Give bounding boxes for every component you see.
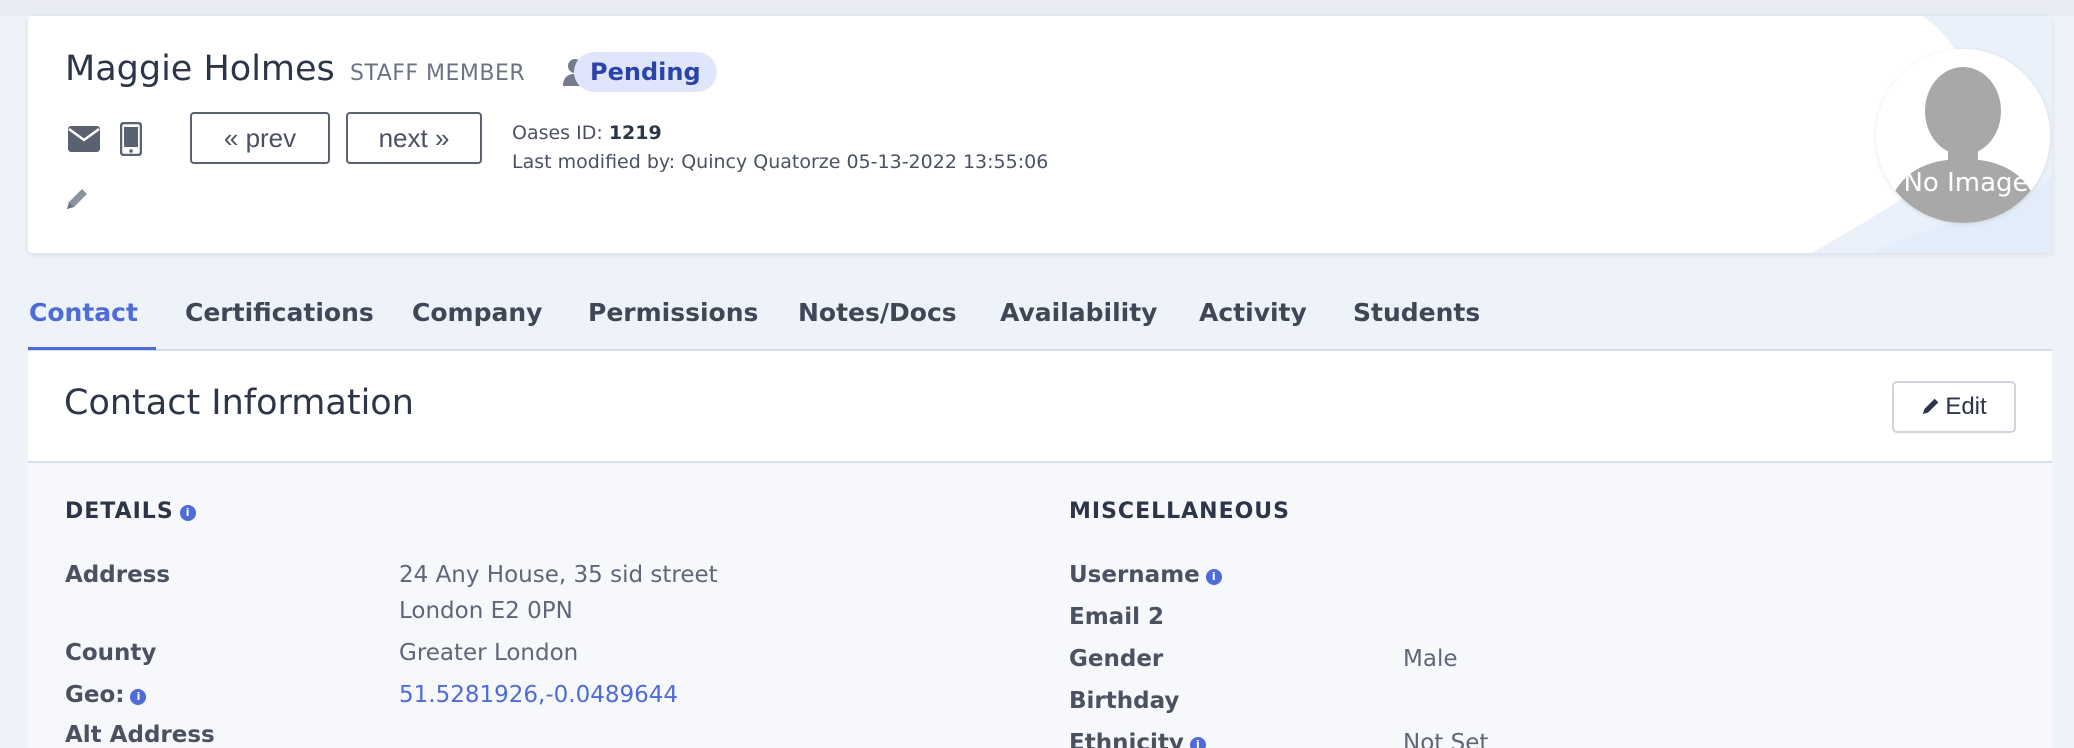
chevron-double-left-icon: « <box>223 123 239 153</box>
ethnicity-label-text: Ethnicity <box>1069 730 1184 748</box>
top-strip <box>0 0 2074 16</box>
prev-label: prev <box>245 123 297 153</box>
profile-card: Maggie Holmes STAFF MEMBER Pending « pre… <box>28 16 2052 253</box>
chevron-double-right-icon: » <box>434 123 450 153</box>
active-tab-indicator <box>28 347 156 350</box>
mail-icon[interactable] <box>68 126 100 152</box>
info-icon[interactable]: i <box>1189 737 1206 748</box>
address-label: Address <box>65 562 171 588</box>
username-label-text: Username <box>1069 562 1200 588</box>
card-header: Contact Information Edit <box>28 351 2052 463</box>
county-value: Greater London <box>399 640 579 666</box>
last-modified-text: Last modified by: Quincy Quatorze 05-13-… <box>512 151 1049 173</box>
phone-icon[interactable] <box>120 122 142 156</box>
tab-availability[interactable]: Availability <box>1000 298 1157 327</box>
alt-address-label: Alt Address <box>65 722 215 748</box>
pencil-icon[interactable] <box>64 186 90 212</box>
role-label: STAFF MEMBER <box>350 61 526 86</box>
avatar-no-image-text: No Image <box>1903 168 2029 198</box>
oases-id-value: 1219 <box>608 122 662 144</box>
tab-bar: Contact Certifications Company Permissio… <box>28 290 2052 351</box>
ethnicity-label: Ethnicity i <box>1069 730 1206 748</box>
tab-permissions[interactable]: Permissions <box>588 298 758 327</box>
info-icon[interactable]: i <box>179 505 196 521</box>
geo-label-text: Geo: <box>65 682 125 708</box>
contact-card: Contact Information Edit DETAILS i Addres… <box>28 351 2052 748</box>
county-label: County <box>65 640 157 666</box>
tab-notes-docs[interactable]: Notes/Docs <box>798 298 957 327</box>
address-line-2: London E2 0PN <box>399 598 573 624</box>
tab-company[interactable]: Company <box>412 298 542 327</box>
oases-id-line: Oases ID: 1219 <box>512 122 662 144</box>
oases-id-label: Oases ID: <box>512 122 603 144</box>
gender-value: Male <box>1403 646 1458 672</box>
next-label: next <box>378 123 428 153</box>
prev-button[interactable]: « prev <box>190 112 330 164</box>
person-name: Maggie Holmes <box>65 49 335 89</box>
next-button[interactable]: next » <box>346 112 482 164</box>
tab-contact[interactable]: Contact <box>29 298 138 327</box>
ethnicity-value: Not Set <box>1403 730 1489 748</box>
gender-label: Gender <box>1069 646 1164 672</box>
card-body: DETAILS i Address 24 Any House, 35 sid st… <box>28 463 2052 748</box>
info-icon[interactable]: i <box>1205 569 1222 585</box>
edit-pencil-icon <box>1923 398 1939 415</box>
edit-label: Edit <box>1945 393 1987 420</box>
birthday-label: Birthday <box>1069 688 1180 714</box>
address-line-1: 24 Any House, 35 sid street <box>399 562 718 588</box>
info-icon[interactable]: i <box>130 689 147 705</box>
details-title-text: DETAILS <box>65 499 174 524</box>
details-section-title: DETAILS i <box>65 499 196 524</box>
status-badge: Pending <box>574 52 717 92</box>
tab-students[interactable]: Students <box>1353 298 1480 327</box>
username-label: Username i <box>1069 562 1222 588</box>
edit-button[interactable]: Edit <box>1892 381 2016 433</box>
misc-section-title: MISCELLANEOUS <box>1069 499 1291 524</box>
email2-label: Email 2 <box>1069 604 1164 630</box>
tab-certifications[interactable]: Certifications <box>185 298 374 327</box>
card-title: Contact Information <box>64 383 414 423</box>
geo-link[interactable]: 51.5281926,-0.0489644 <box>399 682 678 708</box>
avatar: No Image <box>1876 49 2050 223</box>
tab-activity[interactable]: Activity <box>1199 298 1307 327</box>
geo-label: Geo: i <box>65 682 147 708</box>
